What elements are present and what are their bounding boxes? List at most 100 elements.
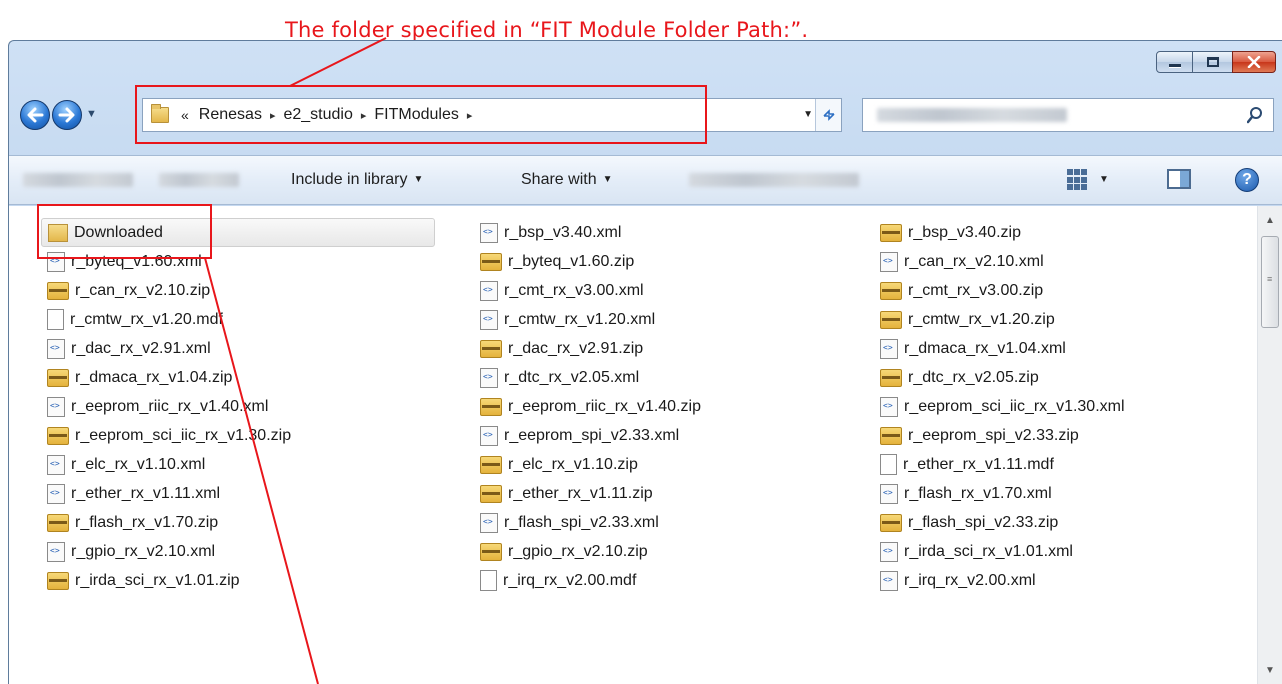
folder-item-downloaded[interactable]: Downloaded [41, 218, 435, 247]
zip-file-icon [480, 339, 502, 358]
mdf-file-icon [880, 454, 897, 475]
xml-file-icon [880, 251, 898, 272]
zip-file-icon [880, 368, 902, 387]
file-item[interactable]: r_irda_sci_rx_v1.01.xml [874, 537, 1279, 566]
file-item[interactable]: r_irq_rx_v2.00.mdf [474, 566, 874, 595]
file-name: r_flash_spi_v2.33.xml [504, 513, 659, 531]
command-toolbar: Include in library ▼ Share with ▼ ▼ ? [9, 155, 1282, 205]
file-name: r_irda_sci_rx_v1.01.zip [75, 571, 240, 589]
file-name: r_irq_rx_v2.00.mdf [503, 571, 637, 589]
file-item[interactable]: r_dac_rx_v2.91.zip [474, 334, 874, 363]
file-item[interactable]: r_elc_rx_v1.10.xml [41, 450, 474, 479]
zip-file-icon [47, 426, 69, 445]
file-item[interactable]: r_dmaca_rx_v1.04.xml [874, 334, 1279, 363]
file-item[interactable]: r_dmaca_rx_v1.04.zip [41, 363, 474, 392]
refresh-icon [822, 109, 835, 121]
help-icon[interactable]: ? [1235, 168, 1259, 192]
include-in-library-button[interactable]: Include in library ▼ [291, 171, 423, 189]
preview-pane-icon[interactable] [1167, 169, 1191, 189]
file-item[interactable]: r_cmt_rx_v3.00.xml [474, 276, 874, 305]
file-item[interactable]: r_ether_rx_v1.11.mdf [874, 450, 1279, 479]
xml-file-icon [480, 425, 498, 446]
file-item[interactable]: r_gpio_rx_v2.10.zip [474, 537, 874, 566]
search-icon[interactable] [1247, 106, 1263, 124]
file-item[interactable]: r_eeprom_spi_v2.33.zip [874, 421, 1279, 450]
xml-file-icon [880, 541, 898, 562]
file-item[interactable]: r_flash_rx_v1.70.xml [874, 479, 1279, 508]
file-name: r_eeprom_riic_rx_v1.40.zip [508, 397, 701, 415]
file-name: r_dac_rx_v2.91.zip [508, 339, 644, 357]
file-name: r_ether_rx_v1.11.zip [508, 484, 653, 502]
file-item[interactable]: r_eeprom_spi_v2.33.xml [474, 421, 874, 450]
file-item[interactable]: r_eeprom_sci_iic_rx_v1.30.zip [41, 421, 474, 450]
view-options-icon[interactable] [1067, 169, 1089, 191]
xml-file-icon [480, 309, 498, 330]
file-item[interactable]: r_byteq_v1.60.zip [474, 247, 874, 276]
file-item[interactable]: r_cmtw_rx_v1.20.mdf [41, 305, 474, 334]
recent-pages-dropdown[interactable]: ▼ [86, 108, 97, 120]
vertical-scrollbar[interactable]: ▲ ≡ ▼ [1257, 206, 1282, 684]
breadcrumb-overflow[interactable]: « [181, 107, 189, 123]
xml-file-icon [880, 570, 898, 591]
redacted-open-button[interactable] [159, 173, 239, 187]
minimize-button[interactable] [1156, 51, 1193, 73]
file-item[interactable]: r_eeprom_riic_rx_v1.40.xml [41, 392, 474, 421]
zip-file-icon [480, 484, 502, 503]
file-item[interactable]: r_irq_rx_v2.00.xml [874, 566, 1279, 595]
zip-file-icon [880, 426, 902, 445]
zip-file-icon [880, 223, 902, 242]
file-item[interactable]: r_cmtw_rx_v1.20.xml [474, 305, 874, 334]
file-item[interactable]: r_cmt_rx_v3.00.zip [874, 276, 1279, 305]
file-list: Downloaded r_bsp_v3.40.xml r_bsp_v3.40.zip… [9, 206, 1257, 684]
file-item[interactable]: r_can_rx_v2.10.xml [874, 247, 1279, 276]
address-bar[interactable]: « Renesas ▸ e2_studio ▸ FITModules ▸ ▼ [142, 98, 842, 132]
file-item[interactable]: r_flash_spi_v2.33.xml [474, 508, 874, 537]
maximize-icon [1206, 57, 1219, 67]
scroll-up-button[interactable]: ▲ [1258, 210, 1282, 230]
file-item[interactable]: r_bsp_v3.40.xml [474, 218, 874, 247]
file-name: Downloaded [74, 223, 163, 241]
file-item[interactable]: r_eeprom_riic_rx_v1.40.zip [474, 392, 874, 421]
close-button[interactable] [1232, 51, 1276, 73]
file-item[interactable]: r_ether_rx_v1.11.xml [41, 479, 474, 508]
file-item[interactable]: r_flash_rx_v1.70.zip [41, 508, 474, 537]
file-item[interactable]: r_bsp_v3.40.zip [874, 218, 1279, 247]
redacted-new-folder-button[interactable] [689, 173, 859, 187]
xml-file-icon [47, 338, 65, 359]
file-item[interactable]: r_eeprom_sci_iic_rx_v1.30.xml [874, 392, 1279, 421]
file-item[interactable]: r_can_rx_v2.10.zip [41, 276, 474, 305]
file-item[interactable]: r_dtc_rx_v2.05.zip [874, 363, 1279, 392]
mdf-file-icon [47, 309, 64, 330]
maximize-button[interactable] [1192, 51, 1233, 73]
chevron-right-icon[interactable]: ▸ [270, 109, 276, 122]
address-history-dropdown[interactable]: ▼ [803, 109, 813, 120]
file-name: r_flash_rx_v1.70.zip [75, 513, 219, 531]
search-box[interactable] [862, 98, 1274, 132]
file-name: r_dmaca_rx_v1.04.zip [75, 368, 233, 386]
scroll-down-button[interactable]: ▼ [1258, 660, 1282, 680]
redacted-organize-button[interactable] [23, 173, 133, 187]
file-item[interactable]: r_gpio_rx_v2.10.xml [41, 537, 474, 566]
file-item[interactable]: r_dac_rx_v2.91.xml [41, 334, 474, 363]
refresh-button[interactable] [815, 99, 841, 131]
breadcrumb-fitmodules[interactable]: FITModules [374, 106, 458, 124]
xml-file-icon [480, 367, 498, 388]
breadcrumb-renesas[interactable]: Renesas [199, 106, 262, 124]
file-item[interactable]: r_irda_sci_rx_v1.01.zip [41, 566, 474, 595]
file-item[interactable]: r_elc_rx_v1.10.zip [474, 450, 874, 479]
breadcrumb-e2-studio[interactable]: e2_studio [283, 106, 352, 124]
forward-button[interactable] [52, 100, 82, 130]
file-item[interactable]: r_flash_spi_v2.33.zip [874, 508, 1279, 537]
xml-file-icon [880, 338, 898, 359]
window-controls [1156, 51, 1276, 73]
file-item[interactable]: r_dtc_rx_v2.05.xml [474, 363, 874, 392]
view-options-dropdown[interactable]: ▼ [1099, 174, 1109, 185]
chevron-right-icon[interactable]: ▸ [467, 109, 473, 122]
file-item[interactable]: r_cmtw_rx_v1.20.zip [874, 305, 1279, 334]
file-item[interactable]: r_ether_rx_v1.11.zip [474, 479, 874, 508]
file-item[interactable]: r_byteq_v1.60.xml [41, 247, 474, 276]
chevron-right-icon[interactable]: ▸ [361, 109, 367, 122]
file-name: r_flash_rx_v1.70.xml [904, 484, 1052, 502]
back-button[interactable] [20, 100, 50, 130]
share-with-button[interactable]: Share with ▼ [521, 171, 613, 189]
